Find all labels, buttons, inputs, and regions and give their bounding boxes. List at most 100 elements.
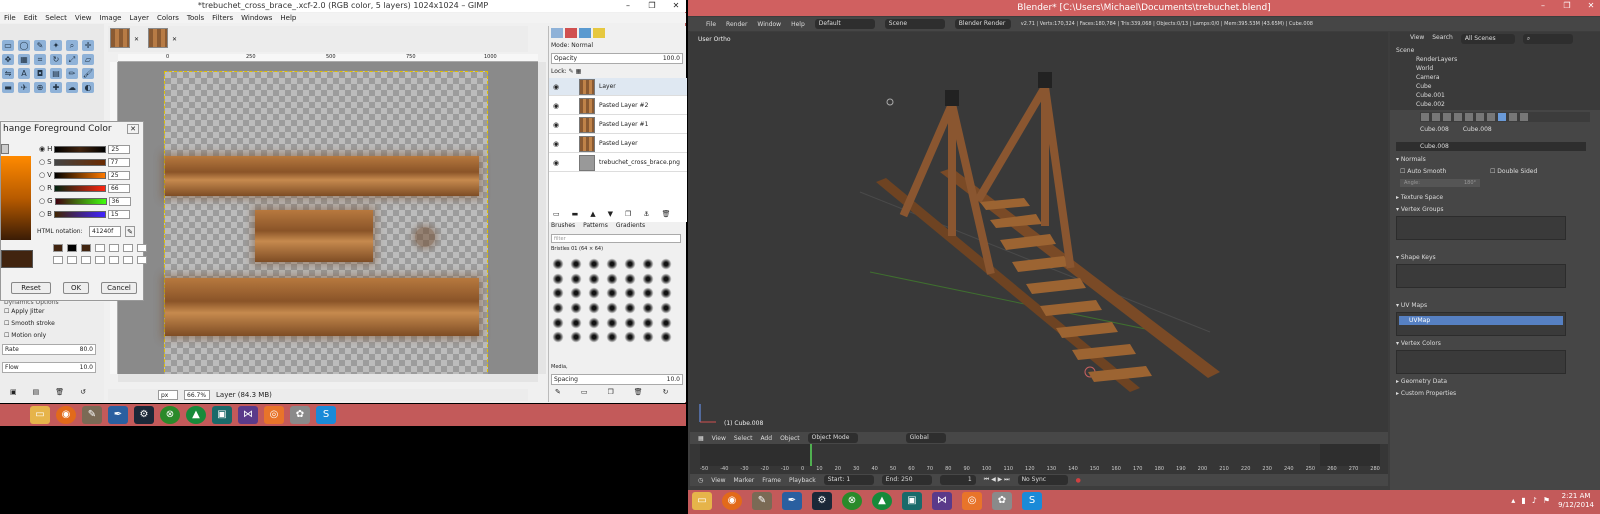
- shape-keys-panel[interactable]: ▾ Shape Keys: [1396, 254, 1436, 261]
- brush-item[interactable]: [605, 331, 619, 344]
- crop-icon[interactable]: ⌗: [34, 54, 46, 65]
- vertex-groups-panel[interactable]: ▾ Vertex Groups: [1396, 206, 1444, 213]
- brush-lock-icon[interactable]: ✎: [569, 68, 574, 75]
- slider-h[interactable]: ◉ H 25: [39, 144, 131, 154]
- new-brush-icon[interactable]: ▭: [581, 388, 588, 396]
- motion-only-checkbox[interactable]: ☐ Motion only: [4, 332, 46, 339]
- texture-tab-icon[interactable]: [1520, 113, 1528, 121]
- smooth-stroke-checkbox[interactable]: ☐ Smooth stroke: [4, 320, 55, 327]
- brush-item[interactable]: [587, 258, 601, 270]
- history-swatch[interactable]: [123, 256, 133, 264]
- brush-item[interactable]: [551, 316, 565, 329]
- layer-row[interactable]: ◉ Pasted Layer #1: [549, 116, 687, 134]
- channel-value[interactable]: 66: [107, 183, 130, 193]
- close-tab-icon[interactable]: ✕: [134, 36, 139, 43]
- channel-value[interactable]: 25: [108, 144, 131, 154]
- brush-item[interactable]: [605, 316, 619, 329]
- move-icon[interactable]: ✥: [2, 54, 14, 65]
- anchor-icon[interactable]: ⚓: [643, 210, 649, 218]
- ok-button[interactable]: OK: [63, 282, 89, 294]
- fuzzy-select-icon[interactable]: ✦: [50, 40, 62, 51]
- brush-item[interactable]: [623, 258, 637, 270]
- brush-item[interactable]: [551, 287, 565, 300]
- raise-layer-icon[interactable]: ▲: [590, 210, 595, 218]
- eyedropper-icon[interactable]: ✎: [125, 226, 135, 237]
- slider-bar[interactable]: [53, 184, 106, 192]
- outliner-item[interactable]: Camera: [1416, 73, 1440, 82]
- alpha-lock-icon[interactable]: ▦: [576, 68, 582, 75]
- brush-item[interactable]: [551, 272, 565, 285]
- app-window-icon[interactable]: ▣: [902, 492, 922, 510]
- html-notation-input[interactable]: 41240f: [89, 226, 121, 237]
- brush-category[interactable]: Media,: [551, 364, 568, 370]
- scene-select[interactable]: Scene: [884, 19, 945, 29]
- skype-icon[interactable]: S: [316, 406, 336, 424]
- history-swatch[interactable]: [81, 244, 91, 252]
- history-swatch[interactable]: [109, 256, 119, 264]
- normals-panel[interactable]: ▾ Normals: [1396, 156, 1426, 163]
- editor-type-icon[interactable]: ▦: [698, 435, 704, 442]
- end-frame-field[interactable]: End: 250: [881, 475, 932, 485]
- firefox-icon[interactable]: ◉: [56, 406, 76, 424]
- brush-item[interactable]: [569, 272, 583, 285]
- layer-row[interactable]: ◉ trebuchet_cross_brace.png: [549, 154, 687, 172]
- ellipse-select-icon[interactable]: ◯: [18, 40, 30, 51]
- delete-options-icon[interactable]: 🗑: [55, 388, 64, 396]
- outliner-search-input[interactable]: ⌕: [1522, 34, 1573, 44]
- brush-item[interactable]: [659, 258, 673, 270]
- layout-select[interactable]: Default: [814, 19, 875, 29]
- vertex-groups-list[interactable]: [1396, 216, 1566, 240]
- tray-arrow-icon[interactable]: ▴: [1511, 496, 1515, 505]
- brush-item[interactable]: [551, 331, 565, 344]
- paint-icon[interactable]: ✿: [992, 492, 1012, 510]
- krita-icon[interactable]: ✒: [782, 492, 802, 510]
- play-reverse-icon[interactable]: ◀: [991, 476, 996, 483]
- record-icon[interactable]: ●: [1076, 477, 1081, 484]
- outliner-item[interactable]: Cube.001: [1416, 91, 1445, 100]
- uv-map-item[interactable]: UVMap: [1399, 316, 1563, 325]
- menu-colors[interactable]: Colors: [157, 13, 179, 23]
- outliner-search-menu[interactable]: Search: [1432, 34, 1453, 44]
- shape-keys-list[interactable]: [1396, 264, 1566, 288]
- slider-b[interactable]: ○ B 15: [39, 209, 130, 219]
- eraser-icon[interactable]: ▬: [2, 82, 14, 93]
- delete-brush-icon[interactable]: 🗑: [634, 388, 643, 396]
- texture-space-panel[interactable]: ▸ Texture Space: [1396, 194, 1443, 201]
- brush-item[interactable]: [623, 301, 637, 314]
- eye-icon[interactable]: ◉: [549, 159, 563, 167]
- brush-item[interactable]: [587, 316, 601, 329]
- menu-marker[interactable]: Marker: [734, 477, 755, 484]
- brush-item[interactable]: [569, 331, 583, 344]
- bucket-icon[interactable]: ◘: [34, 68, 46, 79]
- outliner-scenes-select[interactable]: All Scenes: [1460, 34, 1515, 44]
- color-square[interactable]: [1, 156, 31, 240]
- eye-icon[interactable]: ◉: [549, 121, 563, 129]
- channel-value[interactable]: 25: [107, 170, 130, 180]
- slider-bar[interactable]: [53, 171, 106, 179]
- free-select-icon[interactable]: ✎: [34, 40, 46, 51]
- image-tab-2[interactable]: [148, 28, 168, 48]
- menu-windows[interactable]: Windows: [241, 13, 272, 23]
- brush-item[interactable]: [569, 258, 583, 270]
- vertex-colors-list[interactable]: [1396, 350, 1566, 374]
- history-swatch[interactable]: [95, 244, 105, 252]
- orientation-select[interactable]: Global: [905, 433, 946, 443]
- eye-icon[interactable]: ◉: [549, 102, 563, 110]
- rect-select-icon[interactable]: ▭: [2, 40, 14, 51]
- green-app-icon[interactable]: ▲: [186, 406, 206, 424]
- current-frame-marker[interactable]: [810, 444, 812, 466]
- history-swatch[interactable]: [137, 244, 147, 252]
- menu-layer[interactable]: Layer: [129, 13, 149, 23]
- history-swatch[interactable]: [67, 244, 77, 252]
- paint-icon[interactable]: ✿: [290, 406, 310, 424]
- history-swatch[interactable]: [53, 244, 63, 252]
- duplicate-brush-icon[interactable]: ❐: [608, 388, 614, 396]
- history-swatch[interactable]: [81, 256, 91, 264]
- brush-item[interactable]: [659, 301, 673, 314]
- steam-icon[interactable]: ⚙: [812, 492, 832, 510]
- brush-item[interactable]: [623, 272, 637, 285]
- firefox-icon[interactable]: ◉: [722, 492, 742, 510]
- channel-value[interactable]: 15: [107, 209, 130, 219]
- maximize-icon[interactable]: ❐: [1560, 0, 1574, 12]
- brush-item[interactable]: [641, 316, 655, 329]
